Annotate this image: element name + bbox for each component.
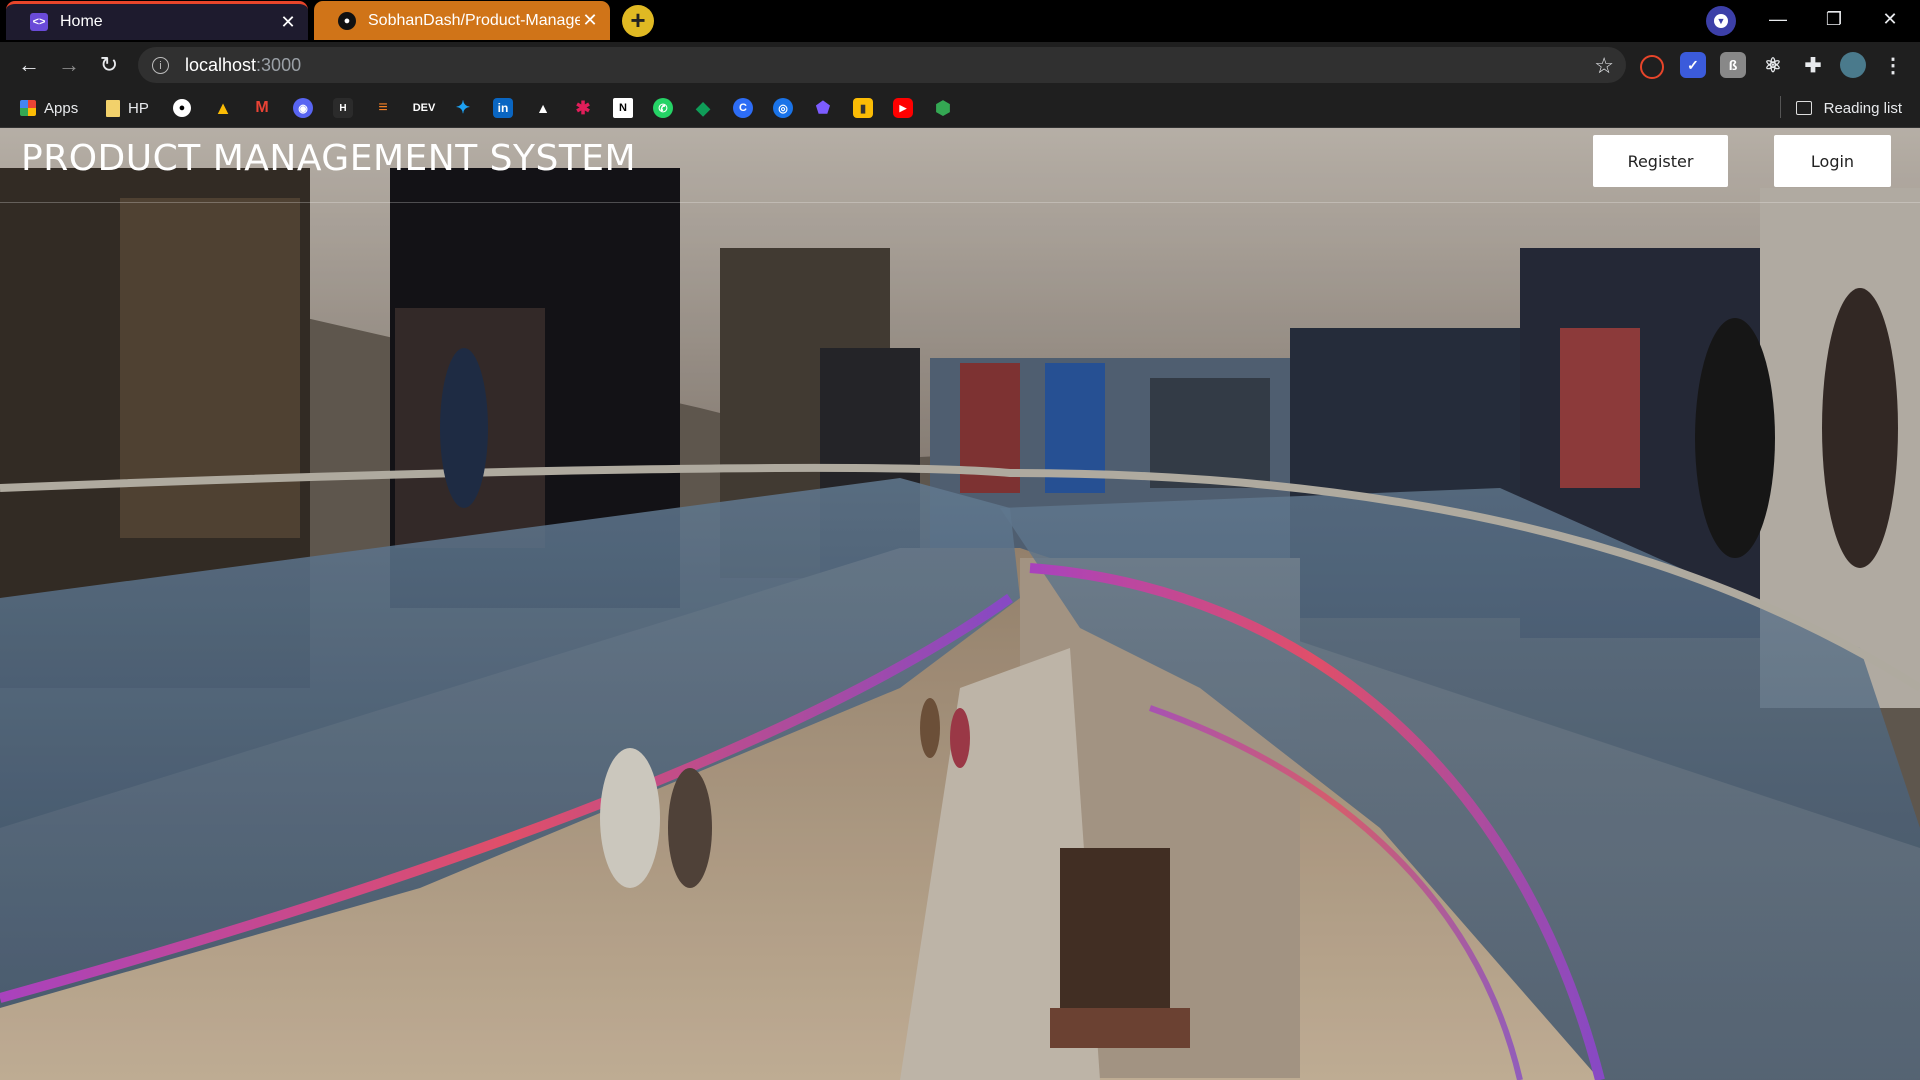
reload-button[interactable]: ↻ bbox=[93, 49, 125, 81]
bookmark-google-drive[interactable]: ▲ bbox=[213, 96, 233, 120]
vercel-icon: ▲ bbox=[536, 100, 550, 116]
bookmark-whatsapp[interactable]: ✆ bbox=[653, 96, 673, 120]
back-button[interactable]: ← bbox=[13, 49, 45, 81]
whatsapp-icon: ✆ bbox=[653, 98, 673, 118]
bookmark-dev[interactable]: DEV bbox=[410, 96, 438, 120]
google-drive-icon: ▲ bbox=[214, 97, 232, 118]
bookmark-canva[interactable]: C bbox=[733, 96, 753, 120]
info-icon[interactable]: i bbox=[152, 56, 169, 74]
bookmark-vercel[interactable]: ▲ bbox=[533, 96, 553, 120]
notion-icon: N bbox=[613, 98, 633, 118]
page-viewport: PRODUCT MANAGEMENT SYSTEM Register Login bbox=[0, 128, 1920, 1080]
profile-avatar[interactable] bbox=[1840, 52, 1866, 78]
close-icon[interactable]: ✕ bbox=[278, 12, 298, 33]
bookmark-hashnode[interactable]: H bbox=[333, 96, 353, 120]
bookmark-apps[interactable]: Apps bbox=[20, 96, 78, 120]
stackoverflow-icon: ≡ bbox=[378, 99, 388, 116]
twitter-icon: ✦ bbox=[455, 98, 471, 117]
chevron-down-icon: ▼ bbox=[1714, 14, 1728, 28]
mall-background-image bbox=[0, 128, 1920, 1080]
slack-icon: ✱ bbox=[575, 97, 591, 118]
bookmark-youtube[interactable]: ▶ bbox=[893, 96, 913, 120]
vscode-icon: <> bbox=[30, 13, 48, 31]
restore-button[interactable]: ❐ bbox=[1806, 0, 1862, 38]
bookmark-twitter[interactable]: ✦ bbox=[453, 96, 473, 120]
sheets-icon: ◆ bbox=[696, 97, 710, 118]
new-tab-button[interactable]: + bbox=[622, 5, 654, 37]
browser-toolbar: ← → ↻ i localhost:3000 ☆ ✓ ß ⚛ ✚ ⋮ bbox=[0, 42, 1920, 88]
extension-icon-2[interactable]: ✓ bbox=[1680, 52, 1706, 78]
react-devtools-icon[interactable]: ⚛ bbox=[1760, 52, 1786, 78]
site-header: PRODUCT MANAGEMENT SYSTEM Register Login bbox=[0, 128, 1920, 203]
github-icon: ● bbox=[338, 11, 356, 30]
login-button[interactable]: Login bbox=[1774, 135, 1891, 187]
bookmark-notion[interactable]: N bbox=[613, 96, 633, 120]
shield-icon: ⬢ bbox=[935, 97, 951, 118]
bookmark-github[interactable]: ● bbox=[173, 96, 191, 120]
menu-icon[interactable]: ⋮ bbox=[1880, 52, 1906, 78]
divider bbox=[1780, 96, 1781, 118]
register-button[interactable]: Register bbox=[1593, 135, 1728, 187]
bookmark-hp[interactable]: HP bbox=[106, 96, 149, 120]
bookmark-star-icon[interactable]: ☆ bbox=[1594, 53, 1614, 79]
hashnode-icon: H bbox=[333, 98, 353, 118]
bookmark-obsidian[interactable]: ⬟ bbox=[813, 96, 833, 120]
address-bar[interactable]: i localhost:3000 ☆ bbox=[138, 47, 1626, 83]
tab-github[interactable]: ● SobhanDash/Product-Manageme ✕ bbox=[314, 1, 610, 40]
close-icon[interactable]: ✕ bbox=[580, 10, 600, 31]
reading-list-icon bbox=[1795, 101, 1812, 115]
bookmark-keep[interactable]: ▮ bbox=[853, 96, 873, 120]
bookmark-slack[interactable]: ✱ bbox=[573, 96, 593, 120]
bookmark-gmail[interactable]: M bbox=[252, 96, 272, 120]
extension-icon-3[interactable]: ß bbox=[1720, 52, 1746, 78]
discord-icon: ◉ bbox=[293, 98, 313, 118]
github-icon: ● bbox=[173, 99, 191, 117]
tab-title: SobhanDash/Product-Manageme bbox=[368, 11, 580, 29]
canva-icon: C bbox=[733, 98, 753, 118]
tab-home[interactable]: <> Home ✕ bbox=[6, 1, 308, 40]
url-text: localhost:3000 bbox=[185, 54, 302, 75]
gmail-icon: M bbox=[255, 99, 269, 116]
extensions-puzzle-icon[interactable]: ✚ bbox=[1800, 52, 1826, 78]
close-window-button[interactable]: ✕ bbox=[1862, 0, 1918, 38]
youtube-icon: ▶ bbox=[893, 98, 913, 118]
tab-title: Home bbox=[60, 13, 103, 30]
obsidian-icon: ⬟ bbox=[816, 100, 830, 117]
bookmark-stackoverflow[interactable]: ≡ bbox=[373, 96, 393, 120]
minimize-button[interactable]: — bbox=[1750, 0, 1806, 38]
bookmark-discord[interactable]: ◉ bbox=[293, 96, 313, 120]
reading-list-button[interactable]: Reading list bbox=[1795, 96, 1902, 120]
bookmark-linkedin[interactable]: in bbox=[493, 96, 513, 120]
page-title: PRODUCT MANAGEMENT SYSTEM bbox=[21, 138, 637, 179]
chrome-icon: ◎ bbox=[773, 98, 793, 118]
apps-grid-icon bbox=[20, 100, 36, 116]
dev-icon: DEV bbox=[412, 102, 436, 114]
forward-button[interactable]: → bbox=[53, 49, 85, 81]
bookmark-chrome[interactable]: ◎ bbox=[773, 96, 793, 120]
bookmarks-bar: Apps HP ● ▲ M ◉ H ≡ DEV ✦ in ▲ ✱ N ✆ ◆ C… bbox=[0, 88, 1920, 128]
extension-icon-1[interactable] bbox=[1640, 55, 1664, 79]
keep-icon: ▮ bbox=[853, 98, 873, 118]
tab-search-button[interactable]: ▼ bbox=[1706, 6, 1736, 36]
linkedin-icon: in bbox=[493, 98, 513, 118]
bookmark-shield[interactable]: ⬢ bbox=[933, 96, 953, 120]
folder-icon bbox=[106, 99, 120, 117]
bookmark-sheets[interactable]: ◆ bbox=[693, 96, 713, 120]
tab-strip: <> Home ✕ ● SobhanDash/Product-Manageme … bbox=[0, 0, 1920, 42]
